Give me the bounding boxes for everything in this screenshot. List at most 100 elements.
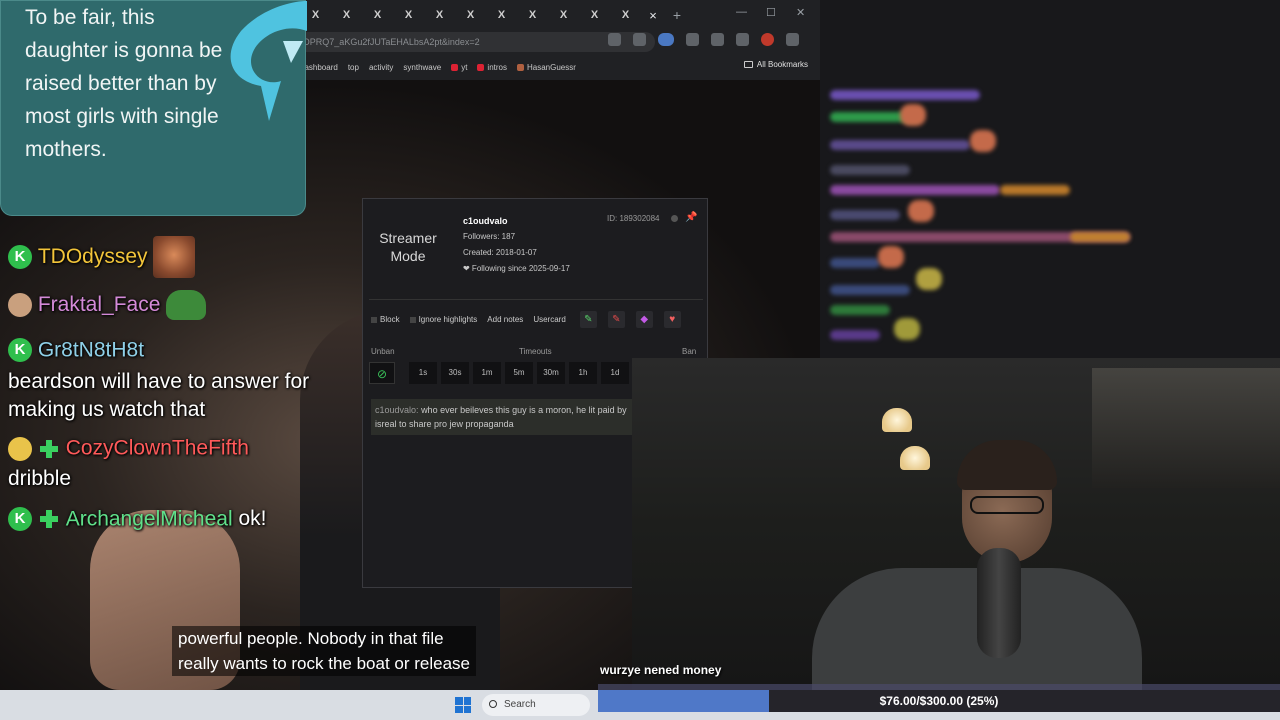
new-tab-button[interactable]: + <box>665 7 689 23</box>
account-created: Created: 2018-01-07 <box>463 248 537 257</box>
cast-icon[interactable] <box>608 33 621 46</box>
tab-x-icon[interactable]: X <box>331 9 362 21</box>
search-icon <box>489 700 497 708</box>
timeout-buttons: ⊘ 1s 30s 1m 5m 30m 1h 1d <box>369 362 629 384</box>
menu-icon[interactable] <box>786 33 799 46</box>
timeout-30m-button[interactable]: 30m <box>537 362 565 384</box>
shield-icon[interactable] <box>686 33 699 46</box>
tab-x-icon[interactable]: X <box>517 9 548 21</box>
donation-message: wurzye nened money <box>600 663 722 677</box>
caption-card: To be fair, this daughter is gonna be ra… <box>0 0 307 216</box>
youtube-icon <box>451 63 459 71</box>
tab-x-icon[interactable]: X <box>424 9 455 21</box>
kick-badge-icon: K <box>8 245 32 269</box>
emote-face-icon <box>153 236 196 278</box>
kick-badge-icon: K <box>8 338 32 363</box>
usercard-username[interactable]: c1oudvalo <box>463 213 570 229</box>
close-window-icon[interactable]: ✕ <box>796 6 805 19</box>
usercard-button[interactable]: Usercard <box>533 315 565 324</box>
chat-username[interactable]: TDOdyssey <box>38 245 148 268</box>
window-background <box>1092 368 1280 488</box>
taskbar-search[interactable]: Search <box>482 694 590 716</box>
bookmark-synthwave[interactable]: synthwave <box>403 63 441 72</box>
copy-icon[interactable] <box>671 215 678 222</box>
chat-username[interactable]: Gr8tN8tH8t <box>38 338 144 361</box>
chat-text: dribble <box>8 466 72 490</box>
followers-count: Followers: 187 <box>463 232 516 241</box>
timeout-5m-button[interactable]: 5m <box>505 362 533 384</box>
usercard-header: c1oudvalo Followers: 187 Created: 2018-0… <box>463 213 570 277</box>
divider <box>369 299 703 300</box>
checkbox-icon <box>409 316 416 323</box>
active-tab-close-button[interactable]: × <box>641 8 665 23</box>
bookmark-yt[interactable]: yt <box>451 63 467 72</box>
chat-log-username: c1oudvalo: <box>375 405 419 415</box>
chat-username[interactable]: ArchangelMicheal <box>66 507 233 530</box>
tab-x-icon[interactable]: X <box>455 9 486 21</box>
heart-icon[interactable]: ♥ <box>663 311 681 328</box>
puzzle-icon[interactable] <box>711 33 724 46</box>
tab-x-icon[interactable]: X <box>362 9 393 21</box>
gem-icon[interactable]: ◆ <box>635 311 653 328</box>
chat-username[interactable]: CozyClownTheFifth <box>66 437 249 460</box>
bookmark-activity[interactable]: activity <box>369 63 393 72</box>
windows-start-icon[interactable] <box>455 697 471 713</box>
bookmark-top[interactable]: top <box>348 63 359 72</box>
logo-icon <box>230 1 307 121</box>
clown-avatar-icon <box>8 436 32 461</box>
timeout-30s-button[interactable]: 30s <box>441 362 469 384</box>
goal-text: $76.00/$300.00 (25%) <box>879 694 999 708</box>
minimize-icon[interactable]: — <box>736 6 747 18</box>
tab-x-icon[interactable]: X <box>486 9 517 21</box>
tab-x-icon[interactable]: X <box>548 9 579 21</box>
chat-message: Fraktal_Face <box>8 290 368 336</box>
profile-icon[interactable] <box>761 33 774 46</box>
block-checkbox[interactable]: Block <box>371 315 400 324</box>
pin-icon[interactable]: 📌 <box>685 212 697 223</box>
add-notes-button[interactable]: Add notes <box>487 315 523 324</box>
chat-message: K ArchangelMicheal ok! <box>8 505 368 533</box>
chat-message: K TDOdyssey <box>8 236 368 284</box>
pencil-green-icon[interactable]: ✎ <box>579 311 597 328</box>
user-id: ID: 189302084 <box>607 214 660 223</box>
subtitle-line-1: powerful people. Nobody in that file <box>178 629 444 648</box>
chat-message: CozyClownTheFifth dribble <box>8 434 368 492</box>
plus-badge-icon <box>38 438 60 460</box>
playlist-icon[interactable] <box>736 33 749 46</box>
lamp-icon <box>900 446 930 470</box>
chat-username[interactable]: Fraktal_Face <box>38 293 161 316</box>
microphone-icon <box>977 548 1021 658</box>
star-icon[interactable] <box>633 33 646 46</box>
tab-x-icon[interactable]: X <box>610 9 641 21</box>
tab-x-icon[interactable]: X <box>393 9 424 21</box>
all-bookmarks-button[interactable]: All Bookmarks <box>743 60 808 69</box>
plus-badge-icon <box>38 508 60 530</box>
bookmark-intros[interactable]: intros <box>477 63 507 72</box>
streamer-hair <box>957 440 1057 490</box>
donation-goal-bar: $76.00/$300.00 (25%) <box>598 690 1280 712</box>
chat-message: K Gr8tN8tH8t beardson will have to answe… <box>8 336 368 424</box>
timeout-1s-button[interactable]: 1s <box>409 362 437 384</box>
folder-icon <box>743 61 753 68</box>
subtitle-line-2: really wants to rock the boat or release <box>178 654 470 673</box>
webcam-feed <box>632 358 1280 690</box>
timeout-1m-button[interactable]: 1m <box>473 362 501 384</box>
browser-toolbar <box>608 33 799 46</box>
timeout-1h-button[interactable]: 1h <box>569 362 597 384</box>
timeouts-label: Timeouts <box>519 347 552 356</box>
chat-text: beardson will have to answer for making … <box>8 370 310 422</box>
timeout-1d-button[interactable]: 1d <box>601 362 629 384</box>
tab-x-icon[interactable]: X <box>579 9 610 21</box>
chat-text: ok! <box>238 506 267 530</box>
maximize-icon[interactable]: ☐ <box>766 6 776 19</box>
bookmark-hasanguessr[interactable]: HasanGuessr <box>516 63 576 72</box>
caption-text: To be fair, this daughter is gonna be ra… <box>25 6 223 161</box>
flag-icon <box>516 63 524 71</box>
lamp-icon <box>882 408 912 432</box>
extension-icon[interactable] <box>658 33 674 46</box>
ignore-highlights-checkbox[interactable]: Ignore highlights <box>409 315 477 324</box>
unban-button[interactable]: ⊘ <box>369 362 395 384</box>
glasses-icon <box>970 496 1044 514</box>
pencil-red-icon[interactable]: ✎ <box>607 311 625 328</box>
emote-pepe-icon <box>166 290 207 320</box>
